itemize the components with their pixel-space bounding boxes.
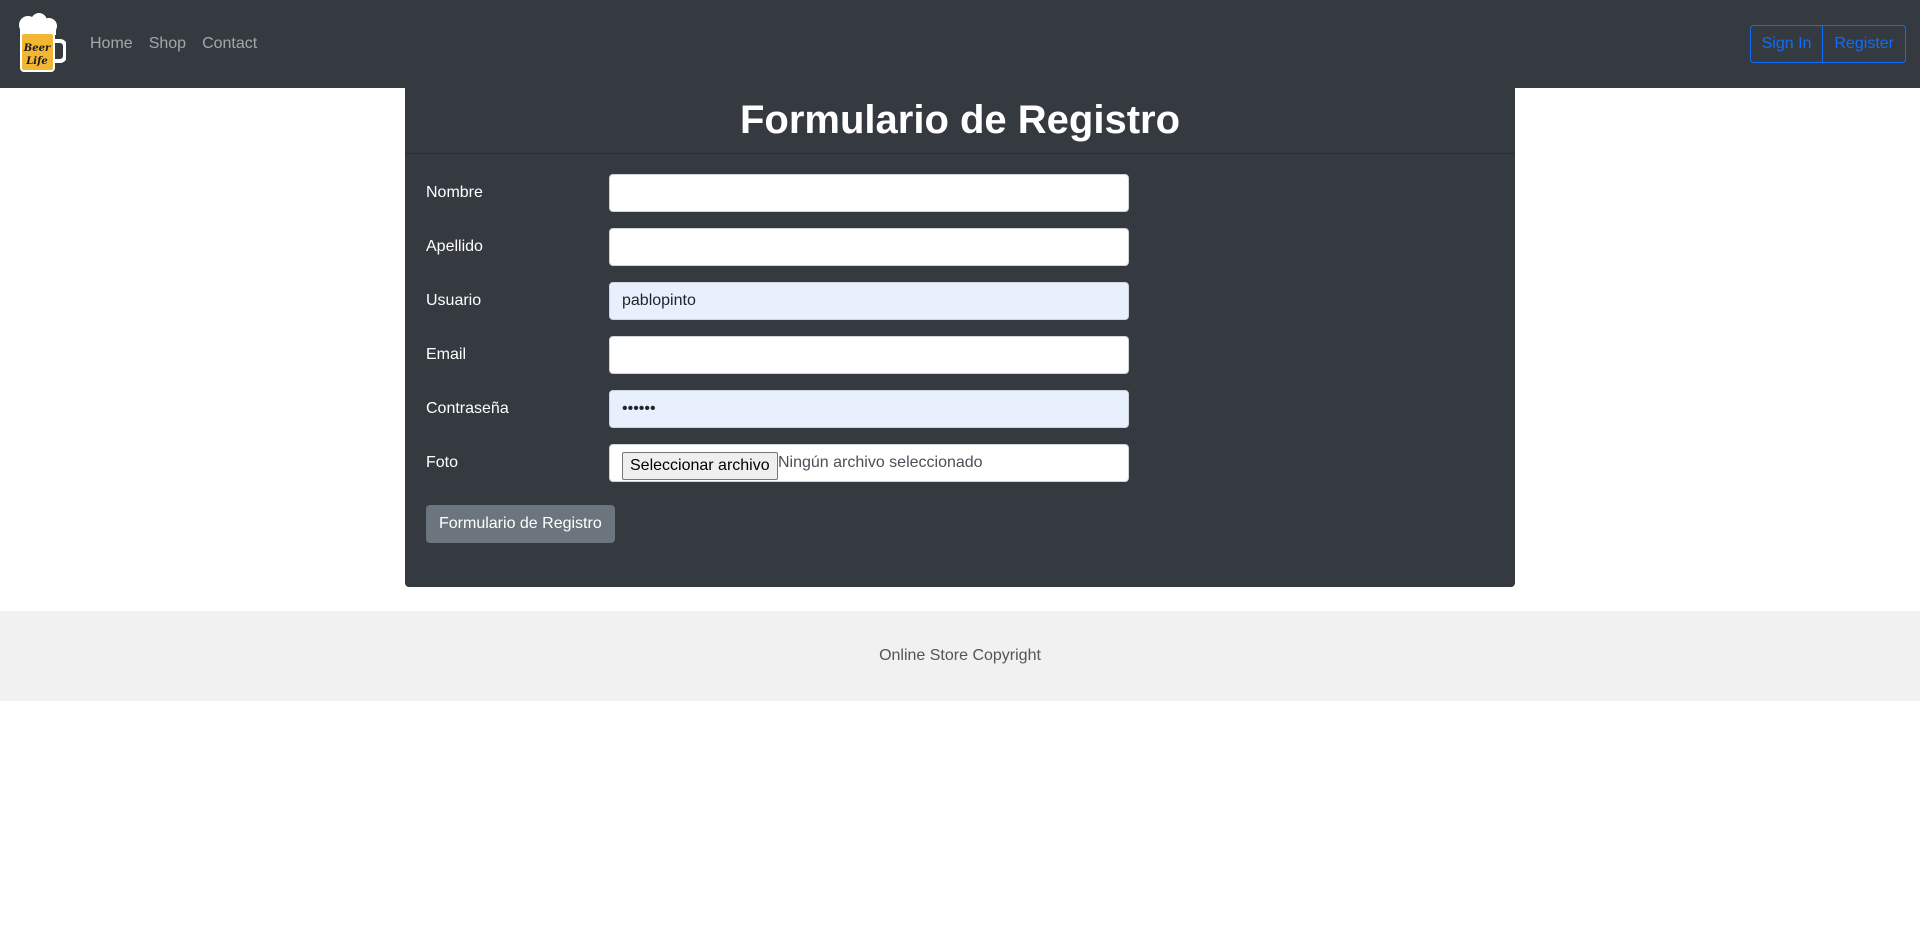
apellido-label: Apellido (426, 238, 483, 255)
sign-in-button[interactable]: Sign In (1749, 25, 1824, 63)
submit-button[interactable]: Formulario de Registro (426, 505, 615, 543)
apellido-input[interactable] (609, 228, 1129, 266)
choose-file-button[interactable]: Seleccionar archivo (622, 452, 778, 480)
nav-links: Home Shop Contact (90, 0, 273, 88)
nav-link-shop[interactable]: Shop (149, 35, 186, 53)
foto-file-input: Seleccionar archivo Ningún archivo selec… (609, 444, 1129, 482)
password-input[interactable]: •••••• (609, 390, 1129, 428)
form-row-password: Contraseña •••••• (426, 390, 1129, 428)
nombre-input[interactable] (609, 174, 1129, 212)
card-header: Formulario de Registro (405, 88, 1515, 154)
form-row-apellido: Apellido (426, 228, 1129, 266)
usuario-label: Usuario (426, 292, 482, 309)
navbar: Beer Life Home Shop Contact Sign In Regi… (0, 0, 1920, 88)
registration-card: Formulario de Registro Nombre Apellido U… (405, 88, 1515, 587)
svg-text:Life: Life (25, 56, 48, 67)
form-row-nombre: Nombre (426, 174, 1129, 212)
nav-link-contact[interactable]: Contact (202, 35, 257, 53)
form-row-usuario: Usuario pablopinto (426, 282, 1129, 320)
form-row-email: Email (426, 336, 1129, 374)
foto-label: Foto (426, 454, 459, 471)
nav-link-home[interactable]: Home (90, 35, 133, 53)
password-label: Contraseña (426, 400, 509, 417)
beer-mug-logo[interactable]: Beer Life (14, 13, 67, 75)
register-button[interactable]: Register (1822, 25, 1906, 63)
page-title: Formulario de Registro (739, 98, 1181, 142)
auth-buttons: Sign In Register (1749, 25, 1906, 63)
usuario-input[interactable]: pablopinto (609, 282, 1129, 320)
nombre-label: Nombre (426, 184, 483, 201)
footer: Online Store Copyright (0, 611, 1920, 701)
svg-text:Beer: Beer (23, 43, 51, 54)
file-status-text: Ningún archivo seleccionado (778, 454, 983, 471)
email-label: Email (426, 346, 467, 363)
email-input[interactable] (609, 336, 1129, 374)
footer-copyright: Online Store Copyright (879, 647, 1041, 664)
form-row-foto: Foto Seleccionar archivo Ningún archivo … (426, 444, 1129, 482)
